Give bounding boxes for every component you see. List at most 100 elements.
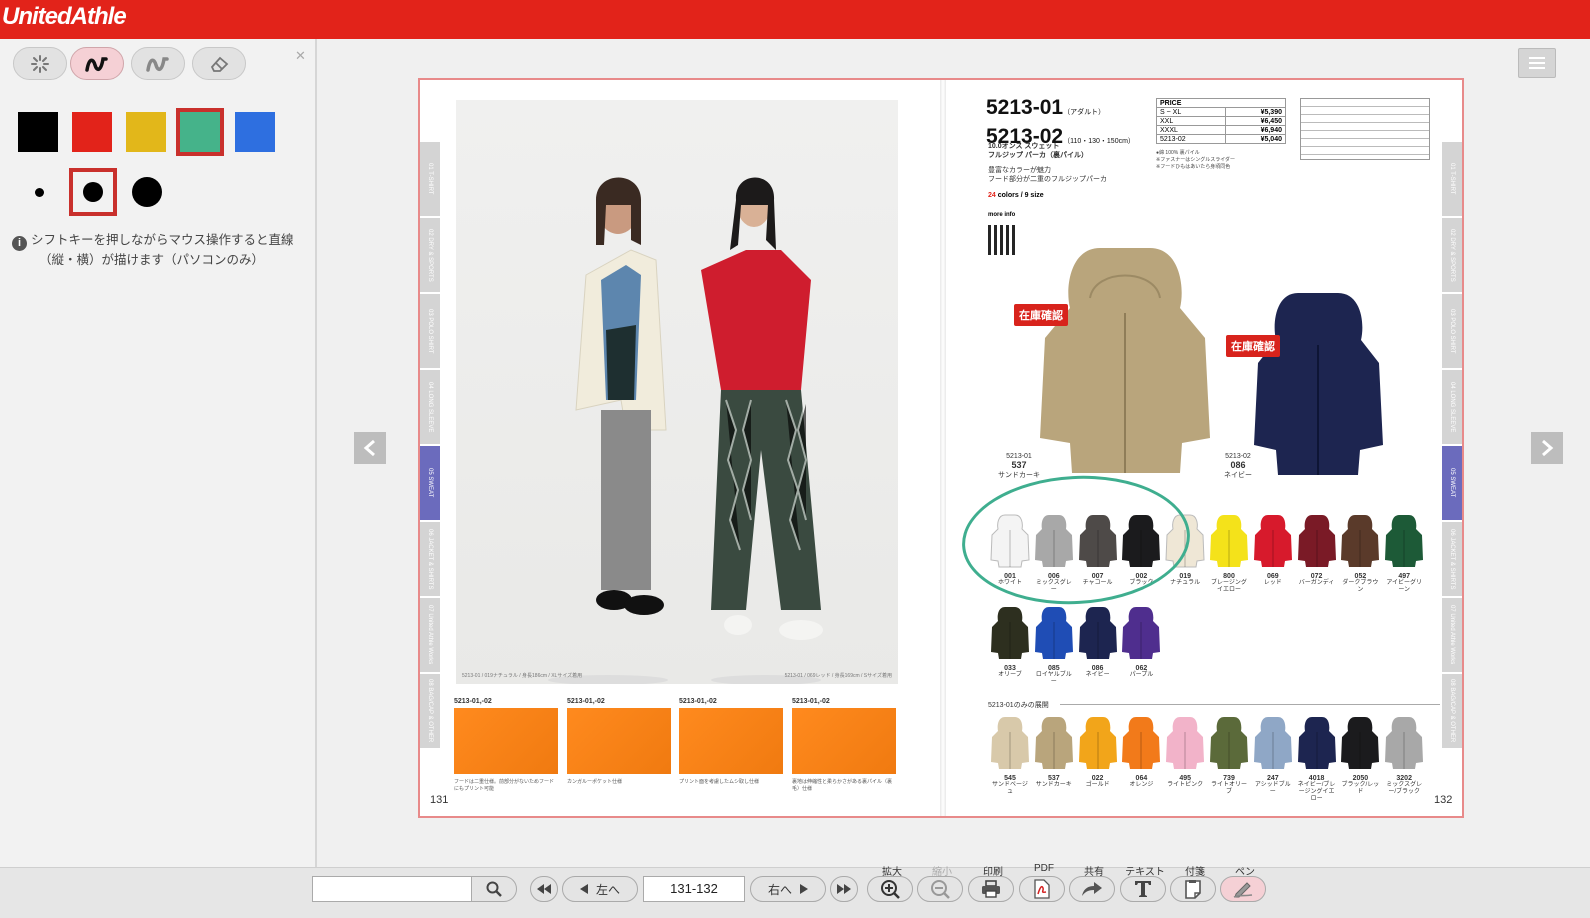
hoodie-color-swatch[interactable]: 247 アシッドブルー [1253, 714, 1293, 796]
product-notes: ●綿 100% 裏パイル ※ファスナーはシングルスライダー ※フードひもはあいた… [1156, 150, 1291, 171]
hoodie-color-swatch[interactable]: 497 アイビーグリーン [1384, 512, 1424, 594]
next-page-arrow[interactable] [1531, 432, 1563, 464]
section-tab[interactable]: 03 POLO SHIRT [420, 294, 440, 368]
price-size: S ~ XL [1155, 107, 1227, 117]
section-tab[interactable]: 03 POLO SHIRT [1442, 294, 1462, 368]
section-tab[interactable]: 04 LONG SLEEVE [420, 370, 440, 444]
hoodie-color-swatch[interactable]: 033 オリーブ [990, 604, 1030, 679]
page-number-input[interactable]: 131-132 [643, 876, 745, 902]
hoodie-color-swatch[interactable]: 495 ライトピンク [1165, 714, 1205, 789]
section-tab[interactable]: 05 SWEAT [1442, 446, 1462, 520]
prev-page-arrow[interactable] [354, 432, 386, 464]
pen-size-large[interactable] [123, 168, 171, 216]
hoodie-color-swatch[interactable]: 062 パープル [1121, 604, 1161, 679]
hoodie-color-swatch[interactable]: 739 ライトオリーブ [1209, 714, 1249, 796]
text-button[interactable] [1120, 876, 1166, 902]
hoodie-color-swatch[interactable]: 537 サンドカーキ [1034, 714, 1074, 789]
stock-check-button[interactable]: 在庫確認 [1014, 304, 1068, 326]
swatch-number: 545 [1004, 775, 1016, 782]
price-table: PRICE S ~ XL ¥5,390 XXL ¥6,450 XXXL ¥6,940 … [1155, 98, 1286, 144]
hoodie-color-swatch[interactable]: 545 サンドベージュ [990, 714, 1030, 796]
swatch-label: 022 ゴールド [1078, 775, 1118, 789]
section-tab[interactable]: 07 United Athle Works [1442, 598, 1462, 672]
section-tab[interactable]: 08 BAG/CAP & OTHER [1442, 674, 1462, 748]
section-tab[interactable]: 06 JACKET & SHIRTS [1442, 522, 1462, 596]
section-tab[interactable]: 07 United Athle Works [420, 598, 440, 672]
first-page-button[interactable] [530, 876, 558, 902]
more-info-label: more info [988, 212, 1016, 218]
search-button[interactable] [471, 876, 517, 902]
pen-button[interactable] [1220, 876, 1266, 902]
zoom-in-button[interactable] [867, 876, 913, 902]
section-tab[interactable]: 08 BAG/CAP & OTHER [420, 674, 440, 748]
pdf-icon [1034, 879, 1050, 899]
search-input[interactable] [312, 876, 472, 902]
feature-hoodie-num: 537 [1011, 460, 1027, 470]
brand-logo[interactable]: UnitedAthle [2, 3, 127, 31]
hoodie-color-swatch[interactable]: 052 ダークブラウン [1340, 512, 1380, 594]
pdf-button[interactable] [1019, 876, 1065, 902]
swatch-name: ライトオリーブ [1210, 782, 1247, 795]
sticky-note-button[interactable] [1170, 876, 1216, 902]
stock-check-button[interactable]: 在庫確認 [1226, 335, 1280, 357]
price-size: XXXL [1155, 125, 1227, 135]
swatch-name: ブラック/レッド [1341, 782, 1380, 795]
section-tab[interactable]: 02 DRY & SPORTS [1442, 218, 1462, 292]
next-button[interactable]: 右へ [750, 876, 826, 902]
hamburger-icon [1529, 57, 1545, 69]
pdf-label: PDF [1034, 863, 1054, 874]
qr-code[interactable] [988, 225, 1018, 255]
swatch-number: 497 [1398, 573, 1411, 580]
hoodie-color-swatch[interactable]: 022 ゴールド [1078, 714, 1118, 789]
swatch-label: 086 ネイビー [1078, 665, 1118, 679]
catalog-spread[interactable]: 01 T-SHIRT 02 DRY & SPORTS 03 POLO SHIRT 04… [418, 78, 1464, 818]
section-tab[interactable]: 01 T-SHIRT [420, 142, 440, 216]
hoodie-color-swatch[interactable]: 2050 ブラック/レッド [1340, 714, 1380, 796]
bottom-toolbar: 左へ 131-132 右へ 拡大 縮小 印刷 PDF 共有 テキスト 付箋 ペン [0, 863, 1590, 918]
zoom-out-button[interactable] [917, 876, 963, 902]
section-tab[interactable]: 06 JACKET & SHIRTS [420, 522, 440, 596]
color-swatch-blue[interactable] [235, 112, 275, 152]
share-button[interactable] [1069, 876, 1115, 902]
color-swatch-red[interactable] [72, 112, 112, 152]
color-swatch-black[interactable] [18, 112, 58, 152]
hoodie-color-swatch[interactable]: 4018 ネイビー/ブレージングイエロー [1297, 714, 1337, 803]
section-divider [1060, 704, 1440, 705]
hoodie-color-swatch[interactable]: 3202 ミックスグレー/ブラック [1384, 714, 1424, 796]
print-button[interactable] [968, 876, 1014, 902]
thumb-label: 5213-01,-02 [454, 698, 492, 705]
swatch-name: オレンジ [1129, 782, 1154, 788]
pen-size-medium[interactable] [69, 168, 117, 216]
text-t-icon [1135, 881, 1151, 897]
hoodie-color-swatch[interactable]: 086 ネイビー [1078, 604, 1118, 679]
menu-button[interactable] [1518, 48, 1556, 78]
eraser-tool-button[interactable] [192, 47, 246, 80]
close-icon[interactable]: ✕ [295, 48, 306, 64]
hoodie-color-swatch[interactable]: 069 レッド [1253, 512, 1293, 587]
swatch-number: 069 [1266, 573, 1279, 580]
swatch-label: 062 パープル [1121, 665, 1161, 679]
chevron-left-icon [363, 439, 375, 457]
color-swatch-green[interactable] [176, 108, 224, 156]
detail-thumb-hood [454, 708, 558, 774]
pen-size-small[interactable] [15, 168, 63, 216]
tagline-2: フード部分が二重のフルジップパーカ [988, 176, 1107, 183]
pen-annotation-circle [958, 470, 1194, 610]
last-page-button[interactable] [830, 876, 858, 902]
hoodie-color-swatch[interactable]: 072 バーガンディ [1297, 512, 1337, 587]
section-tab[interactable]: 02 DRY & SPORTS [420, 218, 440, 292]
section-tab[interactable]: 04 LONG SLEEVE [1442, 370, 1462, 444]
hoodie-color-swatch[interactable]: 800 ブレージングイエロー [1209, 512, 1249, 594]
section-tab[interactable]: 05 SWEAT [420, 446, 440, 520]
spark-tool-button[interactable] [13, 47, 67, 80]
swatch-label: 085 ロイヤルブルー [1034, 665, 1074, 686]
share-arrow-icon [1082, 882, 1102, 896]
prev-button[interactable]: 左へ [562, 876, 638, 902]
section-tab[interactable]: 01 T-SHIRT [1442, 142, 1462, 216]
pen-tool-button[interactable] [70, 47, 124, 80]
highlighter-tool-button[interactable] [131, 47, 185, 80]
color-swatch-yellow[interactable] [126, 112, 166, 152]
swatch-name: ゴールド [1085, 782, 1110, 788]
hoodie-color-swatch[interactable]: 085 ロイヤルブルー [1034, 604, 1074, 686]
hoodie-color-swatch[interactable]: 064 オレンジ [1121, 714, 1161, 789]
